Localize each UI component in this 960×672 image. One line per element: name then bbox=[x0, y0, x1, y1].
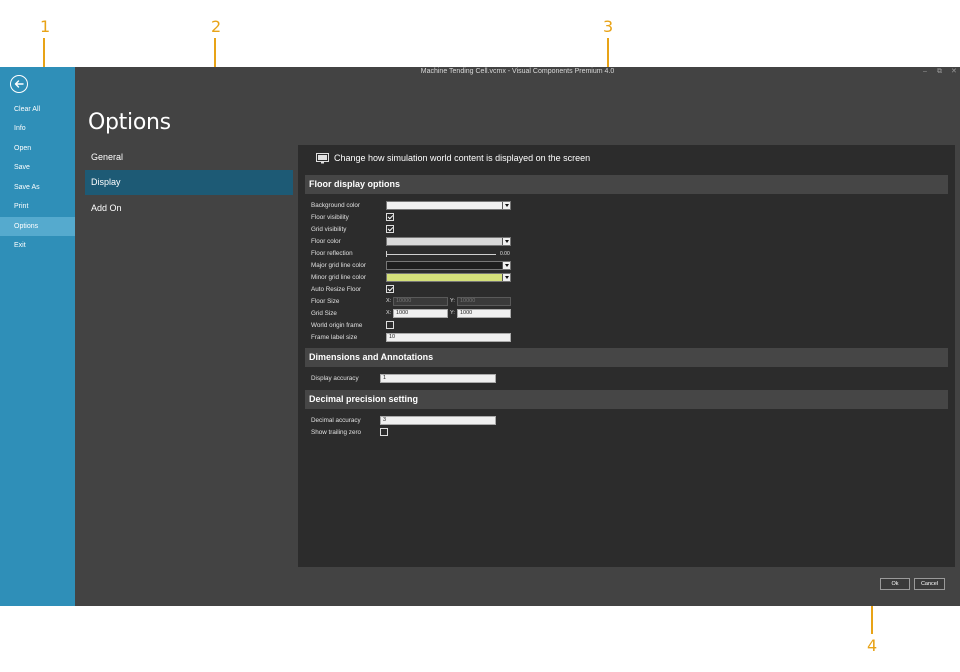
ok-button[interactable]: Ok bbox=[880, 578, 910, 590]
minimize-icon[interactable]: – bbox=[923, 67, 927, 76]
floor-reflection-label: Floor reflection bbox=[311, 250, 353, 257]
category-add-on[interactable]: Add On bbox=[85, 196, 293, 221]
section-dimensions: Dimensions and Annotations bbox=[305, 348, 948, 367]
display-settings-panel: Change how simulation world content is d… bbox=[298, 145, 955, 567]
background-color-label: Background color bbox=[311, 202, 361, 209]
world-origin-frame-checkbox[interactable] bbox=[386, 321, 394, 329]
world-origin-frame-label: World origin frame bbox=[311, 322, 363, 329]
callout-3: 3 bbox=[603, 17, 614, 36]
show-trailing-zero-checkbox[interactable] bbox=[380, 428, 388, 436]
monitor-icon bbox=[316, 153, 329, 164]
menu-item-info[interactable]: Info bbox=[0, 119, 75, 138]
menu-item-open[interactable]: Open bbox=[0, 139, 75, 158]
background-color-picker[interactable] bbox=[386, 201, 511, 210]
category-general[interactable]: General bbox=[85, 145, 293, 170]
major-grid-color-label: Major grid line color bbox=[311, 262, 366, 269]
chevron-down-icon[interactable] bbox=[502, 202, 510, 209]
menu-item-exit[interactable]: Exit bbox=[0, 236, 75, 255]
menu-item-print[interactable]: Print bbox=[0, 197, 75, 216]
panel-description: Change how simulation world content is d… bbox=[334, 153, 591, 163]
cancel-button[interactable]: Cancel bbox=[914, 578, 945, 590]
floor-color-picker[interactable] bbox=[386, 237, 511, 246]
decimal-accuracy-input[interactable]: 3 bbox=[380, 416, 496, 425]
menu-item-options[interactable]: Options bbox=[0, 217, 75, 236]
floor-size-x-input[interactable]: 10000 bbox=[393, 297, 448, 306]
callout-1-line bbox=[43, 38, 45, 68]
major-grid-color-picker[interactable] bbox=[386, 261, 511, 270]
restore-icon[interactable]: ⧉ bbox=[937, 67, 942, 76]
grid-size-x-label: X: bbox=[386, 310, 392, 316]
display-accuracy-label: Display accuracy bbox=[311, 375, 359, 382]
callout-4: 4 bbox=[867, 636, 878, 655]
backstage-sidebar: Clear All Info Open Save Save As Print O… bbox=[0, 67, 75, 606]
grid-visibility-label: Grid visibility bbox=[311, 226, 347, 233]
floor-reflection-value: 0.00 bbox=[500, 251, 510, 257]
section-floor-display: Floor display options bbox=[305, 175, 948, 194]
category-display[interactable]: Display bbox=[85, 170, 293, 195]
chevron-down-icon[interactable] bbox=[502, 238, 510, 245]
close-icon[interactable]: ✕ bbox=[951, 67, 957, 76]
floor-size-y-label: Y: bbox=[450, 298, 455, 304]
display-accuracy-input[interactable]: 1 bbox=[380, 374, 496, 383]
floor-color-label: Floor color bbox=[311, 238, 341, 245]
page-title: Options bbox=[88, 110, 171, 135]
auto-resize-floor-checkbox[interactable] bbox=[386, 285, 394, 293]
floor-visibility-label: Floor visibility bbox=[311, 214, 349, 221]
menu-item-save-as[interactable]: Save As bbox=[0, 178, 75, 197]
show-trailing-zero-label: Show trailing zero bbox=[311, 429, 362, 436]
floor-visibility-checkbox[interactable] bbox=[386, 213, 394, 221]
grid-size-y-input[interactable]: 1000 bbox=[457, 309, 511, 318]
grid-visibility-checkbox[interactable] bbox=[386, 225, 394, 233]
floor-size-x-label: X: bbox=[386, 298, 392, 304]
menu-item-save[interactable]: Save bbox=[0, 158, 75, 177]
floor-reflection-slider[interactable] bbox=[386, 254, 496, 255]
frame-label-size-input[interactable]: 10 bbox=[386, 333, 511, 342]
grid-size-label: Grid Size bbox=[311, 310, 337, 317]
window-title: Machine Tending Cell.vcmx - Visual Compo… bbox=[420, 68, 615, 75]
floor-size-label: Floor Size bbox=[311, 298, 340, 305]
decimal-accuracy-label: Decimal accuracy bbox=[311, 417, 361, 424]
chevron-down-icon[interactable] bbox=[502, 262, 510, 269]
menu-item-clear-all[interactable]: Clear All bbox=[0, 100, 75, 119]
grid-size-x-input[interactable]: 1000 bbox=[393, 309, 448, 318]
back-arrow-icon[interactable] bbox=[10, 75, 28, 93]
section-decimal-precision: Decimal precision setting bbox=[305, 390, 948, 409]
frame-label-size-label: Frame label size bbox=[311, 334, 358, 341]
floor-reflection-slider-thumb[interactable] bbox=[386, 251, 387, 257]
app-window: Machine Tending Cell.vcmx - Visual Compo… bbox=[0, 67, 960, 606]
floor-size-y-input[interactable]: 10000 bbox=[457, 297, 511, 306]
callout-1: 1 bbox=[40, 17, 51, 36]
grid-size-y-label: Y: bbox=[450, 310, 455, 316]
callout-2: 2 bbox=[211, 17, 222, 36]
minor-grid-color-picker[interactable] bbox=[386, 273, 511, 282]
chevron-down-icon[interactable] bbox=[502, 274, 510, 281]
minor-grid-color-label: Minor grid line color bbox=[311, 274, 366, 281]
auto-resize-floor-label: Auto Resize Floor bbox=[311, 286, 362, 293]
